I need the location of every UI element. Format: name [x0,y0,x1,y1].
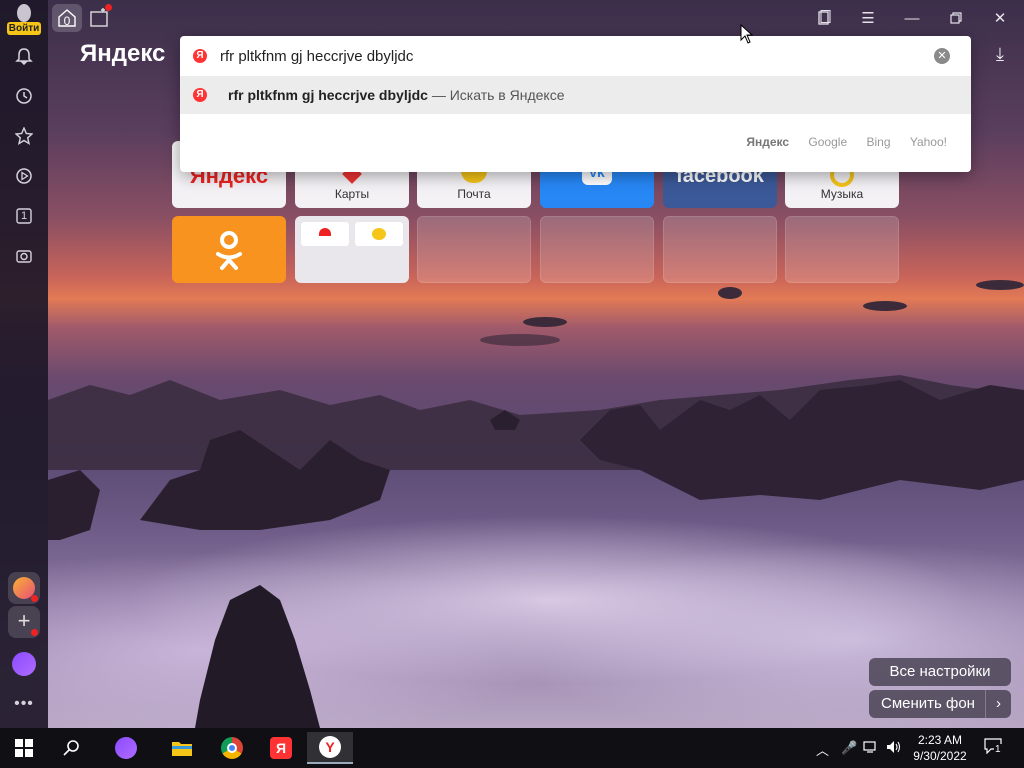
suggestion-hint: — Искать в Яндексе [427,87,565,103]
odnoklassniki-icon [216,231,242,270]
star-icon[interactable] [12,124,36,148]
search-button[interactable] [52,732,92,764]
tile-empty[interactable] [785,216,899,283]
alice-icon [115,737,137,759]
windows-taskbar: Я Y ︿ 🎤 2:23 AM 9/30/2022 1 [0,728,1024,768]
tile-maps-label: Карты [334,187,370,201]
market-icon [372,228,386,240]
all-settings-button[interactable]: Все настройки [869,658,1011,686]
taskbar-explorer[interactable] [162,732,202,764]
search-engines: Яндекс Google Bing Yahoo! [730,135,947,149]
mail-app-button[interactable] [8,572,40,604]
tile-mail-label: Почта [457,187,491,201]
yandex-logo[interactable]: Яндекс [80,40,165,68]
engine-yahoo[interactable]: Yahoo! [910,135,947,149]
clock-date: 9/30/2022 [913,749,967,763]
engine-bing[interactable]: Bing [866,135,890,149]
notification-dot [105,4,112,11]
bookmarks-icon[interactable] [810,4,838,32]
yandex-search-icon: Я [193,49,207,63]
chrome-icon [221,737,243,759]
change-background-button[interactable]: Сменить фон › [869,690,1011,718]
tab-counter-icon[interactable]: 1 [12,204,36,228]
windows-icon [15,739,33,757]
umbrella-icon [319,228,331,236]
more-icon[interactable]: ••• [12,692,36,716]
suggestion-query: rfr pltkfnm gj heccrjve dbyljdc [228,87,428,103]
yandex-browser-icon: Y [319,736,341,758]
start-button[interactable] [4,732,44,764]
chevron-up-icon[interactable]: ︿ [816,740,829,759]
new-tab-button[interactable] [88,4,112,30]
taskbar-chrome[interactable] [212,732,252,764]
engine-yandex[interactable]: Яндекс [746,135,789,149]
taskbar-alice[interactable] [106,732,146,764]
address-input[interactable] [220,44,920,68]
change-background-label: Сменить фон [881,695,975,712]
system-clock[interactable]: 2:23 AM 9/30/2022 [908,732,972,764]
taskbar-yandex[interactable]: Я [261,732,301,764]
volume-icon[interactable] [886,740,902,757]
bell-icon[interactable] [12,44,36,68]
notification-count: 1 [994,744,1002,755]
alice-button[interactable] [8,648,40,680]
yandex-icon: Я [270,737,292,759]
tile-odnoklassniki[interactable] [172,216,286,283]
notification-dot [31,629,38,636]
top-bar: 0 ☰ — ✕ [48,0,1024,36]
user-avatar-icon [17,4,31,22]
notifications-button[interactable]: 1 [984,738,1002,757]
add-panel-button[interactable]: + [8,606,40,638]
play-icon[interactable] [12,164,36,188]
login-label: Войти [7,22,41,35]
notification-dot [31,595,38,602]
history-icon[interactable] [12,84,36,108]
address-bar[interactable]: Я ✕ [180,36,971,76]
clear-icon[interactable]: ✕ [934,48,950,64]
tab-counter-label: 1 [20,210,28,222]
login-button[interactable]: Войти [7,4,41,35]
engine-google[interactable]: Google [808,135,847,149]
mouse-cursor-icon [740,24,754,44]
screenshot-icon[interactable] [12,244,36,268]
omnibox-dropdown: Я ✕ Я rfr pltkfnm gj heccrjve dbyljdc — … [180,36,971,172]
tile-group[interactable] [295,216,409,283]
umbrella-tile[interactable] [301,222,349,246]
plus-icon: + [17,608,31,633]
search-icon [63,740,79,756]
close-icon[interactable]: ✕ [986,4,1014,32]
tile-music-label: Музыка [820,187,864,201]
left-sidebar: Войти 1 + ••• [0,0,48,728]
tile-empty[interactable] [663,216,777,283]
microphone-icon[interactable]: 🎤 [841,740,857,756]
download-icon[interactable]: ⤓ [988,44,1012,68]
yandex-search-icon: Я [193,88,207,102]
network-icon[interactable] [863,740,879,757]
restore-icon[interactable] [942,4,970,32]
tile-empty[interactable] [540,216,654,283]
menu-icon[interactable]: ☰ [854,4,882,32]
minimize-icon[interactable]: — [898,4,926,32]
suggestion-item[interactable]: Я rfr pltkfnm gj heccrjve dbyljdc — Иска… [180,76,971,114]
chevron-right-icon[interactable]: › [985,690,1011,718]
tabs-count: 0 [63,14,71,28]
clock-time: 2:23 AM [917,733,963,747]
folder-icon [172,742,192,756]
tabs-home-button[interactable]: 0 [52,4,82,32]
market-tile[interactable] [355,222,403,246]
tile-empty[interactable] [417,216,531,283]
alice-icon [12,652,36,676]
taskbar-yandex-browser[interactable]: Y [307,732,353,764]
